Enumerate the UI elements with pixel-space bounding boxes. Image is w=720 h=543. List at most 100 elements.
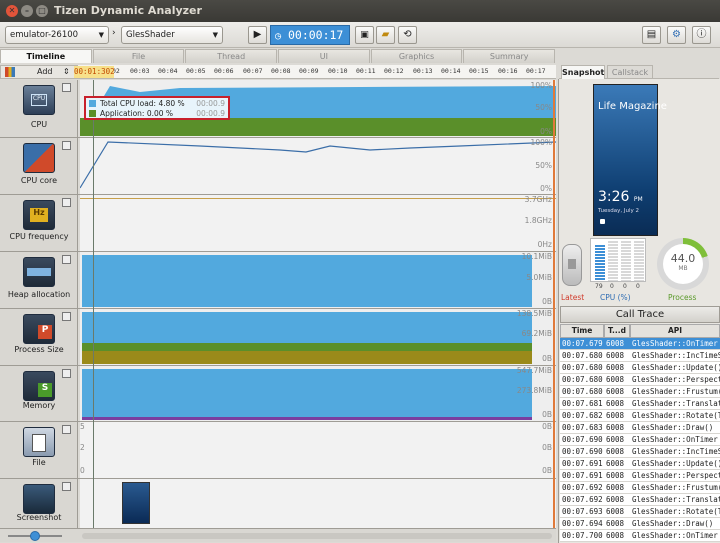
open-folder-button[interactable]: ▰ <box>376 26 395 44</box>
screenshot-thumbnail[interactable] <box>122 482 150 524</box>
expand-icon[interactable] <box>62 369 71 378</box>
tab-file[interactable]: File <box>92 49 185 63</box>
splitter-handle-icon[interactable]: ⇕ <box>63 67 70 76</box>
time-cell: 00:07.681 <box>562 399 603 408</box>
screenshot-plot[interactable] <box>80 479 556 528</box>
tab-thread[interactable]: Thread <box>185 49 278 63</box>
window-title: Tizen Dynamic Analyzer <box>54 4 202 17</box>
cpu-core-icon <box>23 143 55 173</box>
table-row[interactable]: 00:07.692 6008 GlesShader::Translate <box>560 494 720 506</box>
table-row[interactable]: 00:07.691 6008 GlesShader::Update() <box>560 458 720 470</box>
tab-ui[interactable]: UI <box>278 49 370 63</box>
tab-callstack[interactable]: Callstack <box>607 65 653 79</box>
add-chart-button[interactable]: Add <box>37 67 53 76</box>
clock-icon: ◷ <box>275 31 282 42</box>
core-value: 0 <box>610 283 614 290</box>
column-header-thread[interactable]: T...d <box>604 324 630 338</box>
horizontal-scrollbar[interactable] <box>82 533 552 539</box>
memory-plot[interactable]: 547.7MiB 273.8MiB 0B <box>80 366 556 421</box>
legend-swatch <box>89 100 96 107</box>
table-row[interactable]: 00:07.682 6008 GlesShader::Rotate(T <box>560 410 720 422</box>
process-shared-area <box>82 351 532 364</box>
app-select[interactable]: GlesShader ▼ <box>121 26 223 44</box>
replay-button[interactable]: ⟲ <box>398 26 417 44</box>
table-row[interactable]: 00:07.683 6008 GlesShader::Draw() <box>560 422 720 434</box>
heap-plot[interactable]: 10.1MiB 5.0MiB 0B <box>80 252 556 308</box>
table-row[interactable]: 00:07.680 6008 GlesShader::Perspect <box>560 374 720 386</box>
table-row[interactable]: 00:07.694 6008 GlesShader::Draw() <box>560 518 720 530</box>
elapsed-time: 00:00:17 <box>287 28 344 42</box>
table-row[interactable]: 00:07.680 6008 GlesShader::IncTimeS <box>560 350 720 362</box>
table-row[interactable]: 00:07.700 6008 GlesShader::OnTimer <box>560 530 720 542</box>
tab-snapshot[interactable]: Snapshot <box>561 65 605 79</box>
axis-label: 0B <box>542 443 552 452</box>
expand-icon[interactable] <box>62 198 71 207</box>
thread-cell: 6008 <box>606 399 625 408</box>
axis-label: 0 <box>80 466 85 475</box>
thread-cell: 6008 <box>606 363 625 372</box>
column-header-api[interactable]: API <box>630 324 720 338</box>
tab-timeline[interactable]: Timeline <box>0 49 92 63</box>
axis-label: 273.8MiB <box>516 386 552 395</box>
device-snapshot[interactable]: Life Magazine 3:26 PM Tuesday, July 2 <box>593 84 667 236</box>
cpu-frequency-plot[interactable]: 3.7GHz 1.8GHz 0Hz <box>80 195 556 251</box>
lane-label: CPU CPU <box>0 80 78 137</box>
close-window-button[interactable]: ✕ <box>6 5 18 17</box>
zoom-slider-handle[interactable] <box>30 531 40 541</box>
latest-button[interactable] <box>562 244 582 286</box>
save-button[interactable]: ▣ <box>355 26 374 44</box>
table-row[interactable]: 00:07.693 6008 GlesShader::Rotate(T <box>560 506 720 518</box>
cpu-core-plot[interactable]: 100% 50% 0% <box>79 138 557 194</box>
table-row[interactable]: 00:07.679 6008 GlesShader::OnTimer <box>560 338 720 350</box>
ruler-tick: 00:04 <box>158 67 178 75</box>
process-size-plot[interactable]: 138.5MiB 69.2MiB 0B <box>80 309 556 365</box>
snapshot-time: 3:26 PM <box>598 189 643 205</box>
expand-icon[interactable] <box>62 425 71 434</box>
expand-icon[interactable] <box>62 312 71 321</box>
expand-icon[interactable] <box>62 255 71 264</box>
time-cursor-line[interactable] <box>93 80 94 528</box>
expand-icon[interactable] <box>62 83 71 92</box>
column-header-time[interactable]: Time <box>560 324 604 338</box>
time-ruler[interactable]: 02 00:03 00:04 00:05 00:06 00:07 00:08 0… <box>78 65 556 79</box>
table-row[interactable]: 00:07.690 6008 GlesShader::OnTimer <box>560 434 720 446</box>
maximize-window-button[interactable]: □ <box>36 5 48 17</box>
api-cell: GlesShader::OnTimer <box>632 531 718 540</box>
expand-icon[interactable] <box>62 141 71 150</box>
lane-label: Hz CPU frequency <box>0 195 78 251</box>
expand-icon[interactable] <box>62 482 71 491</box>
tab-summary[interactable]: Summary <box>463 49 556 63</box>
table-row[interactable]: 00:07.680 6008 GlesShader::Update() <box>560 362 720 374</box>
report-button[interactable]: ▤ <box>642 26 661 44</box>
lane-label: File <box>0 422 78 478</box>
file-plot[interactable]: 5 2 0 0B 0B 0B <box>80 422 556 478</box>
table-row[interactable]: 00:07.691 6008 GlesShader::Perspect <box>560 470 720 482</box>
axis-label: 547.7MiB <box>516 366 552 375</box>
start-trace-button[interactable]: ▶ <box>248 26 267 44</box>
table-row[interactable]: 00:07.692 6008 GlesShader::Frustum( <box>560 482 720 494</box>
axis-label: 10.1MiB <box>521 252 552 261</box>
gauge-center: 44.0 MB <box>663 244 703 284</box>
main-toolbar: emulator-26100 ▼ › GlesShader ▼ ▶ ▣ ▰ ⟲ … <box>0 22 720 48</box>
minimize-window-button[interactable]: – <box>21 5 33 17</box>
time-cell: 00:07.690 <box>562 447 603 456</box>
table-row[interactable]: 00:07.681 6008 GlesShader::Translate <box>560 398 720 410</box>
tab-graphics[interactable]: Graphics <box>370 49 463 63</box>
tooltip-time: 00:00.9 <box>196 99 225 108</box>
table-row[interactable]: 00:07.680 6008 GlesShader::Frustum( <box>560 386 720 398</box>
lane-name: Screenshot <box>16 513 62 522</box>
ruler-tick: 00:06 <box>214 67 234 75</box>
ruler-tick: 00:09 <box>299 67 319 75</box>
table-row[interactable]: 00:07.690 6008 GlesShader::IncTimeS <box>560 446 720 458</box>
settings-gear-button[interactable]: ⚙ <box>667 26 686 44</box>
ruler-tick: 00:15 <box>469 67 489 75</box>
snapshot-date: Tuesday, July 2 <box>598 208 640 214</box>
lane-name: Memory <box>22 401 56 410</box>
snapshot-ampm: PM <box>633 196 643 203</box>
lane-name: Process Size <box>14 345 64 354</box>
device-select[interactable]: emulator-26100 ▼ <box>5 26 109 44</box>
about-info-button[interactable]: ⓘ <box>692 26 711 44</box>
ruler-tick: 00:07 <box>243 67 263 75</box>
time-cursor-label[interactable]: 00:01:302 <box>74 66 115 78</box>
api-cell: GlesShader::Rotate(T <box>632 411 720 420</box>
